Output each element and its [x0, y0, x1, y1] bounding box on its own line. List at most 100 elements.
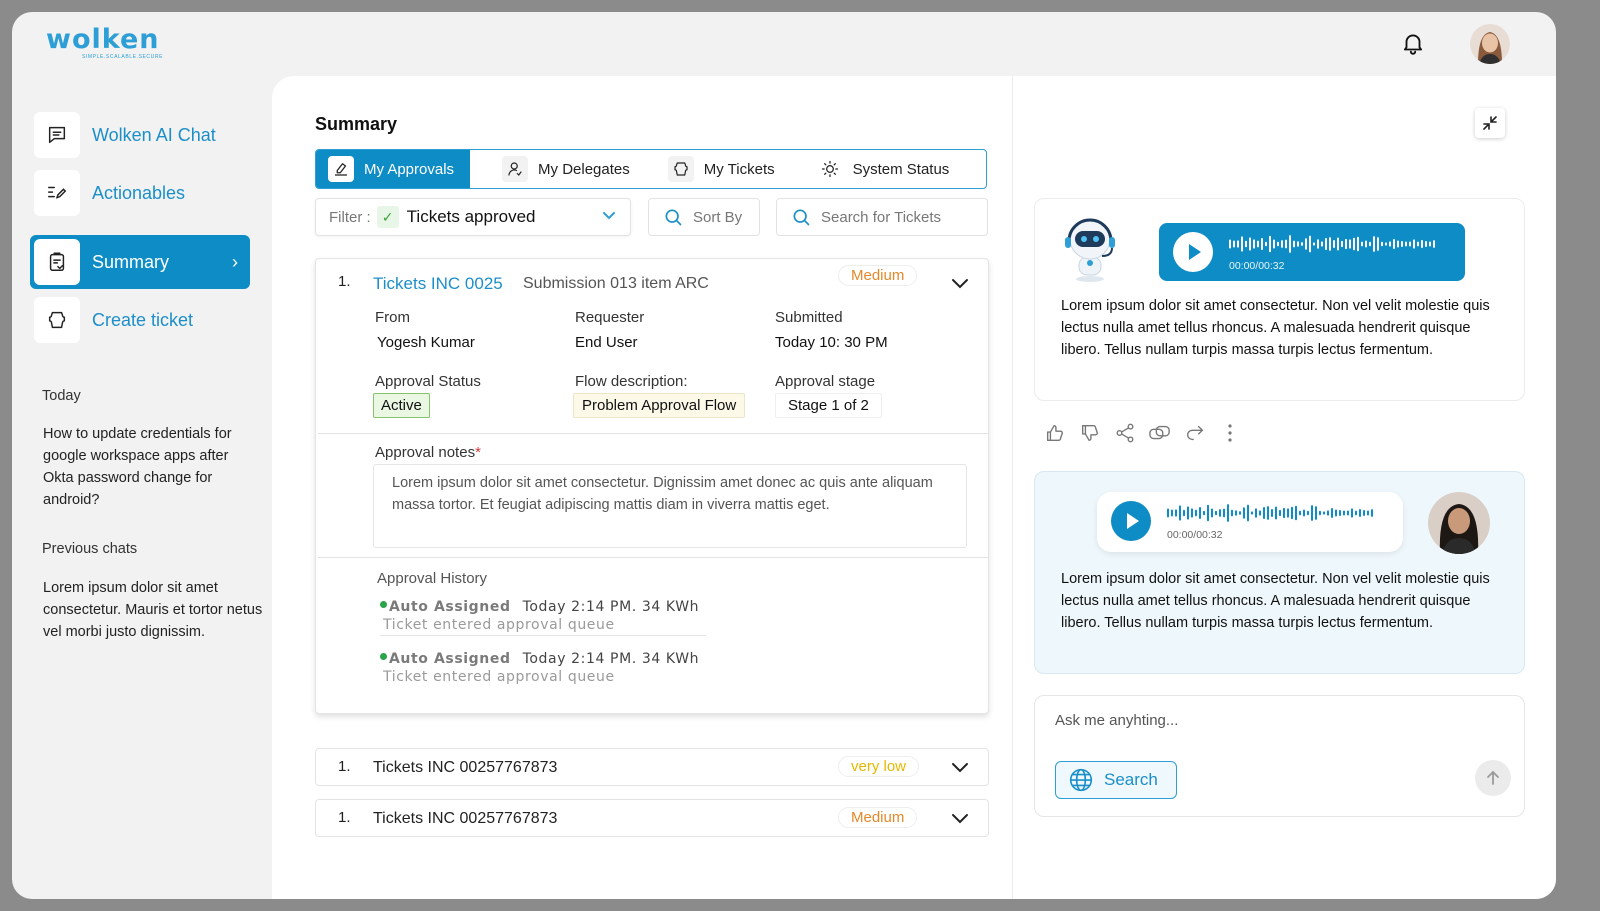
flow-description-label: Flow description:	[575, 373, 688, 390]
ticket-title-link[interactable]: Tickets INC 0025	[373, 274, 503, 294]
approval-stage-label: Approval stage	[775, 373, 876, 390]
ticket-icon	[667, 156, 694, 182]
arrow-up-icon[interactable]	[1475, 760, 1511, 796]
search-button[interactable]: Search	[1055, 761, 1177, 799]
bell-icon[interactable]	[1400, 30, 1426, 56]
ticket-row[interactable]: 1. Tickets INC 00257767873 Medium	[315, 799, 989, 837]
check-icon: ✓	[376, 206, 399, 228]
history-item: Auto Assigned Today 2:14 PM. 34 KWh Tick…	[380, 599, 706, 636]
logo-tagline: SIMPLE.SCALABLE.SECURE	[82, 54, 164, 60]
approval-history-title: Approval History	[377, 570, 488, 587]
sidebar-item-label: Wolken AI Chat	[92, 124, 216, 145]
avatar[interactable]	[1470, 24, 1510, 64]
filter-label: Filter :	[329, 208, 371, 226]
logo-text: wolken	[46, 24, 160, 55]
approval-notes-field[interactable]: Lorem ipsum dolor sit amet consectetur. …	[373, 464, 967, 548]
message-actions	[1043, 421, 1253, 445]
submitted-value: Today 10: 30 PM	[775, 334, 888, 351]
bot-message: 00:00/00:32 Lorem ipsum dolor sit amet c…	[1034, 198, 1525, 401]
copy-icon[interactable]	[1148, 421, 1172, 445]
ticket-icon	[34, 297, 80, 343]
play-button[interactable]	[1173, 232, 1213, 272]
ticket-number: 1.	[338, 809, 351, 826]
approval-stage-value: Stage 1 of 2	[775, 393, 882, 418]
audio-player: 00:00/00:32	[1097, 492, 1403, 552]
divider	[380, 635, 706, 636]
status-dot	[380, 601, 387, 608]
sort-by-button[interactable]: Sort By	[648, 198, 760, 236]
from-value: Yogesh Kumar	[377, 334, 475, 351]
chat-input[interactable]	[1055, 712, 1455, 729]
chat-icon	[34, 112, 80, 158]
previous-chat-item[interactable]: Lorem ipsum dolor sit amet consectetur. …	[43, 577, 263, 643]
ticket-number: 1.	[338, 273, 351, 290]
status-dot	[380, 653, 387, 660]
tab-label: My Approvals	[364, 160, 455, 178]
divider	[318, 557, 988, 558]
ticket-number: 1.	[338, 758, 351, 775]
chevron-down-icon[interactable]	[949, 272, 971, 294]
tab-my-tickets[interactable]: My Tickets	[667, 150, 775, 188]
divider	[318, 433, 988, 434]
sun-gear-icon	[817, 156, 843, 182]
search-button-label: Search	[1104, 770, 1158, 789]
play-button[interactable]	[1111, 501, 1151, 541]
sidebar-item-create-ticket[interactable]: Create ticket	[30, 293, 250, 347]
history-description: Ticket entered approval queue	[383, 617, 615, 633]
audio-waveform	[1229, 235, 1435, 253]
tab-label: System Status	[852, 160, 950, 178]
chevron-right-icon: ›	[232, 251, 238, 272]
chevron-down-icon[interactable]	[949, 807, 971, 829]
previous-chats-heading: Previous chats	[42, 541, 138, 557]
sort-by-label: Sort By	[693, 208, 743, 226]
history-actor: Auto Assigned	[389, 599, 511, 615]
sidebar-item-summary[interactable]: Summary ›	[30, 235, 250, 289]
today-heading: Today	[42, 388, 81, 404]
ticket-title: Tickets INC 00257767873	[373, 759, 558, 776]
today-chat-item[interactable]: How to update credentials for google wor…	[43, 423, 263, 511]
share-icon[interactable]	[1113, 421, 1137, 445]
collapse-icon[interactable]	[1475, 108, 1505, 138]
from-label: From	[375, 309, 410, 326]
approval-status-label: Approval Status	[375, 373, 481, 390]
top-bar: wolken SIMPLE.SCALABLE.SECURE	[12, 12, 1556, 76]
thumbs-down-icon[interactable]	[1078, 421, 1102, 445]
sidebar-item-wolken-ai-chat[interactable]: Wolken AI Chat	[30, 108, 250, 162]
tab-label: My Delegates	[538, 160, 630, 178]
priority-badge: Medium	[838, 807, 918, 828]
tab-my-approvals[interactable]: My Approvals	[316, 150, 471, 188]
audio-time: 00:00/00:32	[1167, 529, 1223, 541]
ticket-card-expanded: 1. Tickets INC 0025 Submission 013 item …	[315, 258, 989, 714]
globe-icon	[1069, 768, 1093, 792]
thumbs-up-icon[interactable]	[1043, 421, 1067, 445]
chevron-down-icon[interactable]	[949, 756, 971, 778]
user-avatar	[1428, 492, 1490, 554]
message-text: Lorem ipsum dolor sit amet consectetur. …	[1061, 298, 1490, 358]
tab-label: My Tickets	[703, 160, 775, 178]
sidebar: Wolken AI Chat Actionables Summary › Cre…	[12, 76, 272, 899]
history-time: Today 2:14 PM. 34 KWh	[522, 599, 700, 615]
summary-panel: Summary My Approvals My Delegates My Tic…	[272, 76, 1012, 899]
priority-badge: Medium	[838, 265, 918, 286]
tab-system-status[interactable]: System Status	[817, 150, 950, 188]
filter-dropdown[interactable]: Filter : ✓ Tickets approved	[315, 198, 631, 236]
search-icon	[665, 209, 682, 226]
more-icon[interactable]	[1218, 421, 1242, 445]
history-item: Auto Assigned Today 2:14 PM. 34 KWh Tick…	[380, 651, 706, 685]
ticket-row[interactable]: 1. Tickets INC 00257767873 very low	[315, 748, 989, 786]
user-check-icon	[502, 156, 529, 182]
filter-value: Tickets approved	[406, 207, 536, 226]
chevron-down-icon	[602, 210, 616, 224]
audio-waveform	[1167, 504, 1373, 522]
search-input[interactable]	[821, 208, 971, 226]
redo-icon[interactable]	[1183, 421, 1207, 445]
wolken-logo[interactable]: wolken SIMPLE.SCALABLE.SECURE	[46, 24, 164, 61]
tab-my-delegates[interactable]: My Delegates	[502, 150, 630, 188]
submitted-label: Submitted	[775, 309, 843, 326]
user-message: 00:00/00:32 Lorem ipsum dolor sit amet c…	[1034, 471, 1525, 674]
approval-notes-label-text: Approval notes	[375, 444, 476, 461]
required-marker: *	[475, 444, 481, 461]
audio-time: 00:00/00:32	[1229, 260, 1285, 272]
sidebar-item-actionables[interactable]: Actionables	[30, 166, 250, 220]
audio-player: 00:00/00:32	[1159, 223, 1465, 281]
